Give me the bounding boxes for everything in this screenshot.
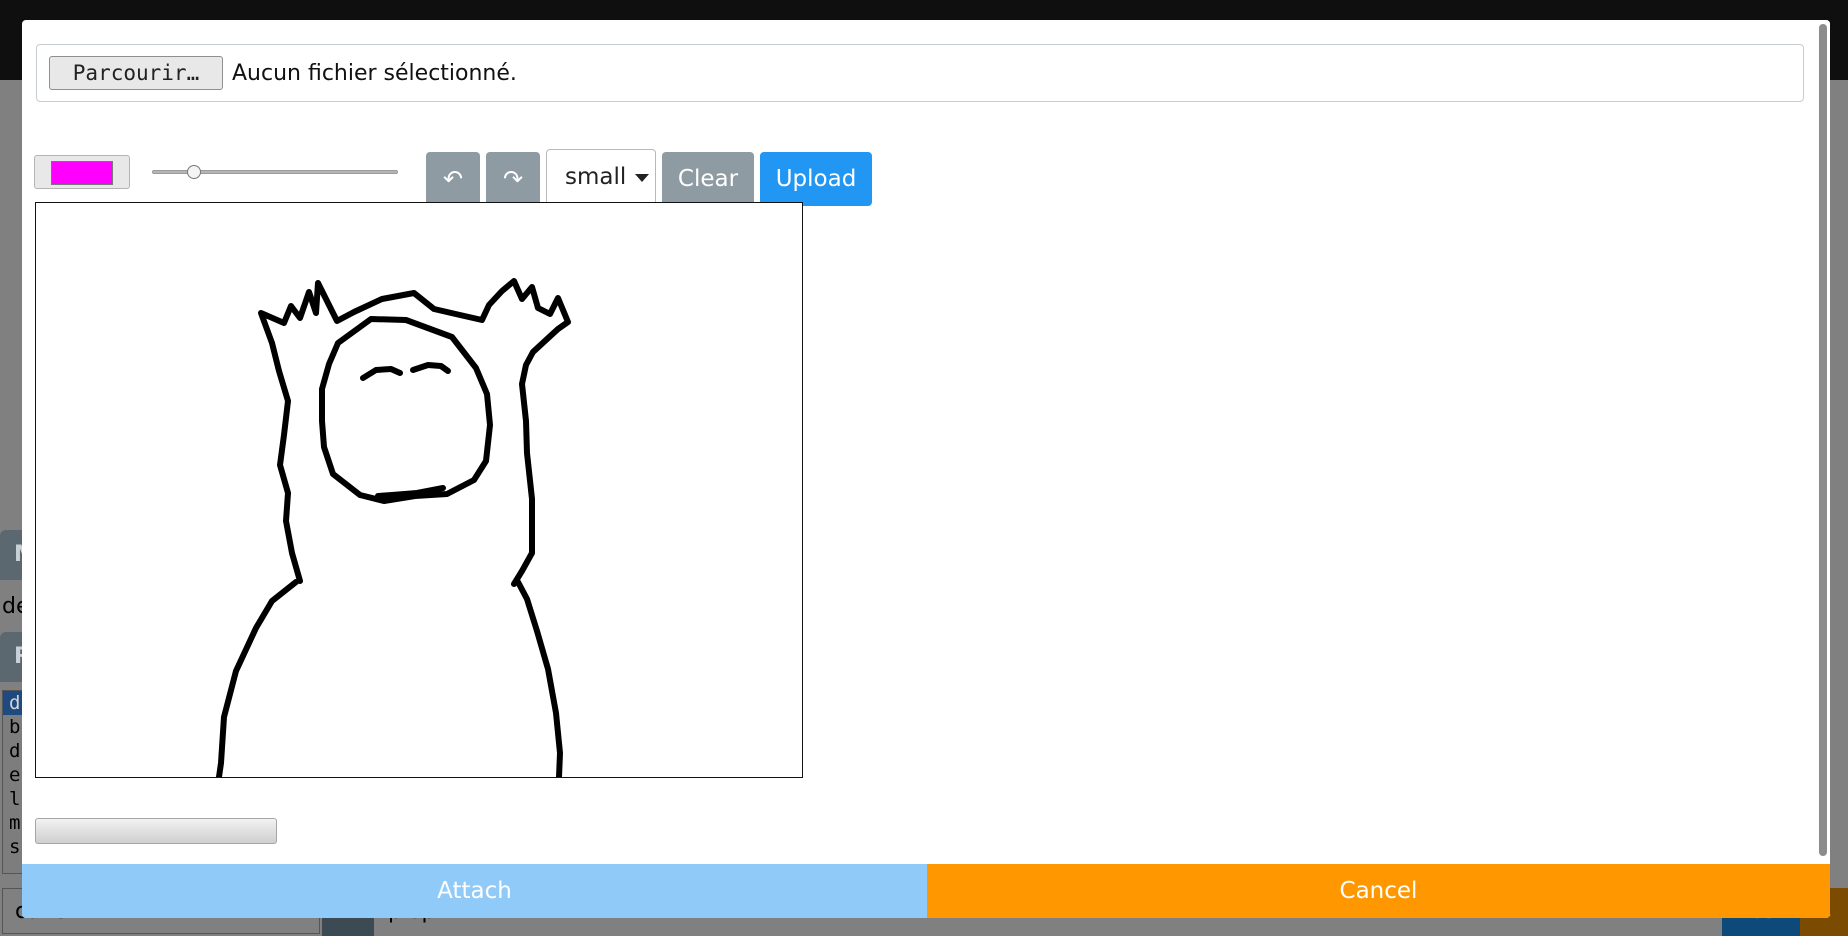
attach-button[interactable]: Attach <box>22 864 927 918</box>
hood-outline-stroke <box>258 278 571 587</box>
drawing-toolbar: ↶ ↷ small Clear Upload <box>34 128 934 206</box>
drawing-canvas[interactable] <box>35 202 803 778</box>
dialog-footer: Attach Cancel <box>22 864 1830 918</box>
undo-button[interactable]: ↶ <box>426 152 480 206</box>
file-status-text: Aucun fichier sélectionné. <box>232 60 517 86</box>
brush-select-value: small <box>565 164 627 190</box>
left-brow-stroke <box>360 366 403 381</box>
drawing-strokes <box>216 278 571 777</box>
upload-button[interactable]: Upload <box>760 152 872 206</box>
upload-progress-bar <box>35 818 277 844</box>
brush-select[interactable]: small <box>546 149 656 205</box>
brush-size-slider[interactable] <box>152 162 398 182</box>
dialog-scrollbar[interactable] <box>1816 20 1830 864</box>
color-picker[interactable] <box>34 155 130 189</box>
face-outline-stroke <box>319 316 493 504</box>
dialog-scrollbar-thumb[interactable] <box>1819 24 1827 856</box>
browse-button[interactable]: Parcourir… <box>49 56 223 90</box>
right-brow-stroke <box>410 362 451 374</box>
file-input[interactable]: Parcourir… Aucun fichier sélectionné. <box>36 44 1804 102</box>
drawing-attach-dialog: Parcourir… Aucun fichier sélectionné. ↶ … <box>22 20 1830 918</box>
body-right-stroke <box>515 579 563 777</box>
clear-button[interactable]: Clear <box>662 152 754 206</box>
color-swatch <box>51 161 113 185</box>
redo-button[interactable]: ↷ <box>486 152 540 206</box>
undo-icon: ↶ <box>442 165 464 193</box>
body-left-stroke <box>216 579 299 777</box>
redo-icon: ↷ <box>502 165 524 193</box>
slider-thumb[interactable] <box>187 165 201 179</box>
chevron-down-icon <box>635 174 649 182</box>
cancel-button[interactable]: Cancel <box>927 864 1830 918</box>
